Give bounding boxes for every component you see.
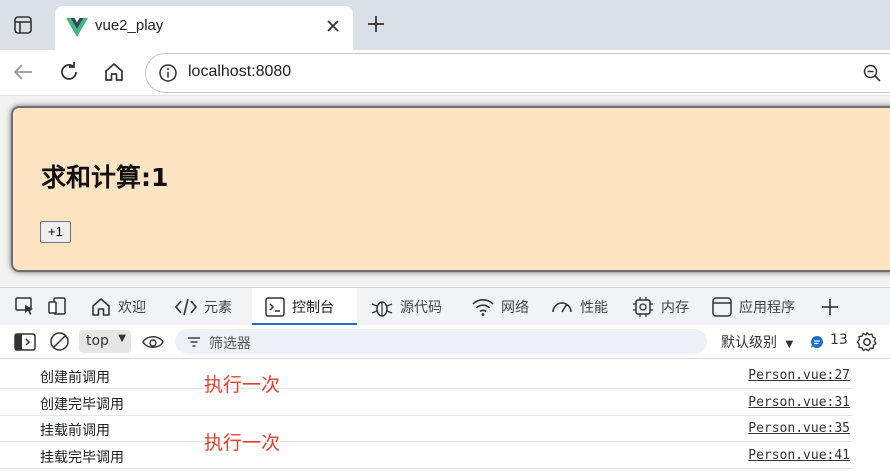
gauge-icon	[552, 301, 572, 312]
window-icon	[712, 296, 732, 317]
home-icon[interactable]	[102, 60, 126, 84]
reload-icon[interactable]	[57, 60, 81, 84]
tab-application[interactable]: 应用程序	[711, 288, 811, 325]
tab-sources[interactable]: 源代码	[370, 288, 460, 325]
bug-icon	[371, 300, 393, 317]
context-value: top	[86, 333, 109, 349]
log-message: 创建完毕调用	[40, 397, 124, 413]
annotation-note: 执行一次	[204, 374, 281, 396]
devtools-tab-bar: 欢迎 元素 控制台 源代码 网络 性能 内存 应用程序	[0, 287, 890, 326]
browser-toolbar: localhost:8080	[0, 50, 890, 96]
tab-network[interactable]: 网络	[471, 288, 541, 325]
console-log-row: 挂载前调用 Person.vue:35	[0, 415, 853, 442]
url-text[interactable]: localhost:8080	[188, 63, 291, 81]
tab-performance[interactable]: 性能	[550, 288, 620, 325]
gear-icon[interactable]	[856, 331, 878, 353]
tab-label: 元素	[204, 299, 232, 316]
console-log-row: 挂载完毕调用 Person.vue:41	[0, 442, 853, 469]
log-source-link[interactable]: Person.vue:31	[748, 395, 850, 410]
address-bar[interactable]: localhost:8080	[145, 53, 890, 93]
tab-elements[interactable]: 元素	[174, 288, 244, 325]
inspect-element-icon[interactable]	[14, 296, 36, 316]
vue-logo-icon	[66, 18, 88, 37]
back-arrow-icon[interactable]	[11, 60, 35, 84]
home-icon	[92, 297, 110, 316]
context-select[interactable]: top ▼	[79, 330, 131, 353]
tab-label: 控制台	[292, 299, 334, 316]
browser-tab[interactable]: vue2_play	[55, 6, 353, 50]
log-level-select[interactable]: 默认级别 ▼	[721, 332, 793, 352]
device-emulation-icon[interactable]	[47, 296, 69, 316]
log-level-value: 默认级别	[721, 335, 777, 351]
tab-label: 内存	[661, 299, 689, 316]
tab-memory[interactable]: 内存	[631, 288, 701, 325]
filter-placeholder: 筛选器	[209, 336, 251, 352]
log-message: 挂载完毕调用	[40, 450, 124, 466]
clear-console-icon[interactable]	[49, 331, 70, 352]
log-source-link[interactable]: Person.vue:27	[748, 368, 850, 383]
sidebar-toggle-icon[interactable]	[14, 333, 36, 351]
chevron-down-icon: ▼	[785, 339, 794, 350]
tab-title: vue2_play	[95, 17, 164, 34]
console-filter-input[interactable]: 筛选器	[175, 329, 707, 354]
tab-label: 性能	[580, 299, 608, 316]
log-source-link[interactable]: Person.vue:41	[748, 448, 850, 463]
console-icon	[265, 296, 285, 317]
code-icon	[174, 298, 198, 315]
wifi-icon	[472, 298, 494, 316]
annotation-note: 执行一次	[204, 432, 281, 454]
site-info-icon[interactable]	[158, 63, 178, 83]
tab-console[interactable]: 控制台	[252, 288, 357, 326]
filter-icon	[188, 337, 200, 347]
console-toolbar: top ▼ 筛选器 默认级别 ▼ 13	[0, 325, 890, 359]
new-tab-icon[interactable]	[366, 14, 386, 34]
person-component-box: 求和计算:1 +1	[11, 106, 890, 272]
tab-welcome[interactable]: 欢迎	[90, 288, 160, 325]
log-message: 挂载前调用	[40, 423, 110, 439]
message-count[interactable]: 13	[830, 332, 848, 348]
browser-tab-strip: vue2_play	[0, 0, 890, 50]
increment-button[interactable]: +1	[40, 221, 71, 243]
more-tools-plus-icon[interactable]	[820, 297, 840, 317]
tab-label: 欢迎	[118, 299, 146, 316]
message-bubble-icon	[810, 336, 823, 348]
chip-icon	[633, 296, 653, 317]
page-viewport: 求和计算:1 +1	[0, 96, 890, 286]
live-expression-eye-icon[interactable]	[142, 334, 164, 350]
close-icon[interactable]	[325, 18, 341, 34]
tab-label: 应用程序	[739, 299, 795, 316]
console-log-row: 创建前调用 Person.vue:27	[0, 362, 853, 389]
sum-heading: 求和计算:1	[41, 163, 169, 192]
log-message: 创建前调用	[40, 370, 110, 386]
zoom-out-icon[interactable]	[862, 63, 882, 83]
chevron-down-icon: ▼	[118, 333, 126, 344]
console-log-row: 创建完毕调用 Person.vue:31	[0, 389, 853, 416]
log-source-link[interactable]: Person.vue:35	[748, 421, 850, 436]
tab-label: 源代码	[400, 299, 442, 316]
vertical-tabs-icon[interactable]	[12, 14, 34, 36]
tab-label: 网络	[501, 299, 529, 316]
